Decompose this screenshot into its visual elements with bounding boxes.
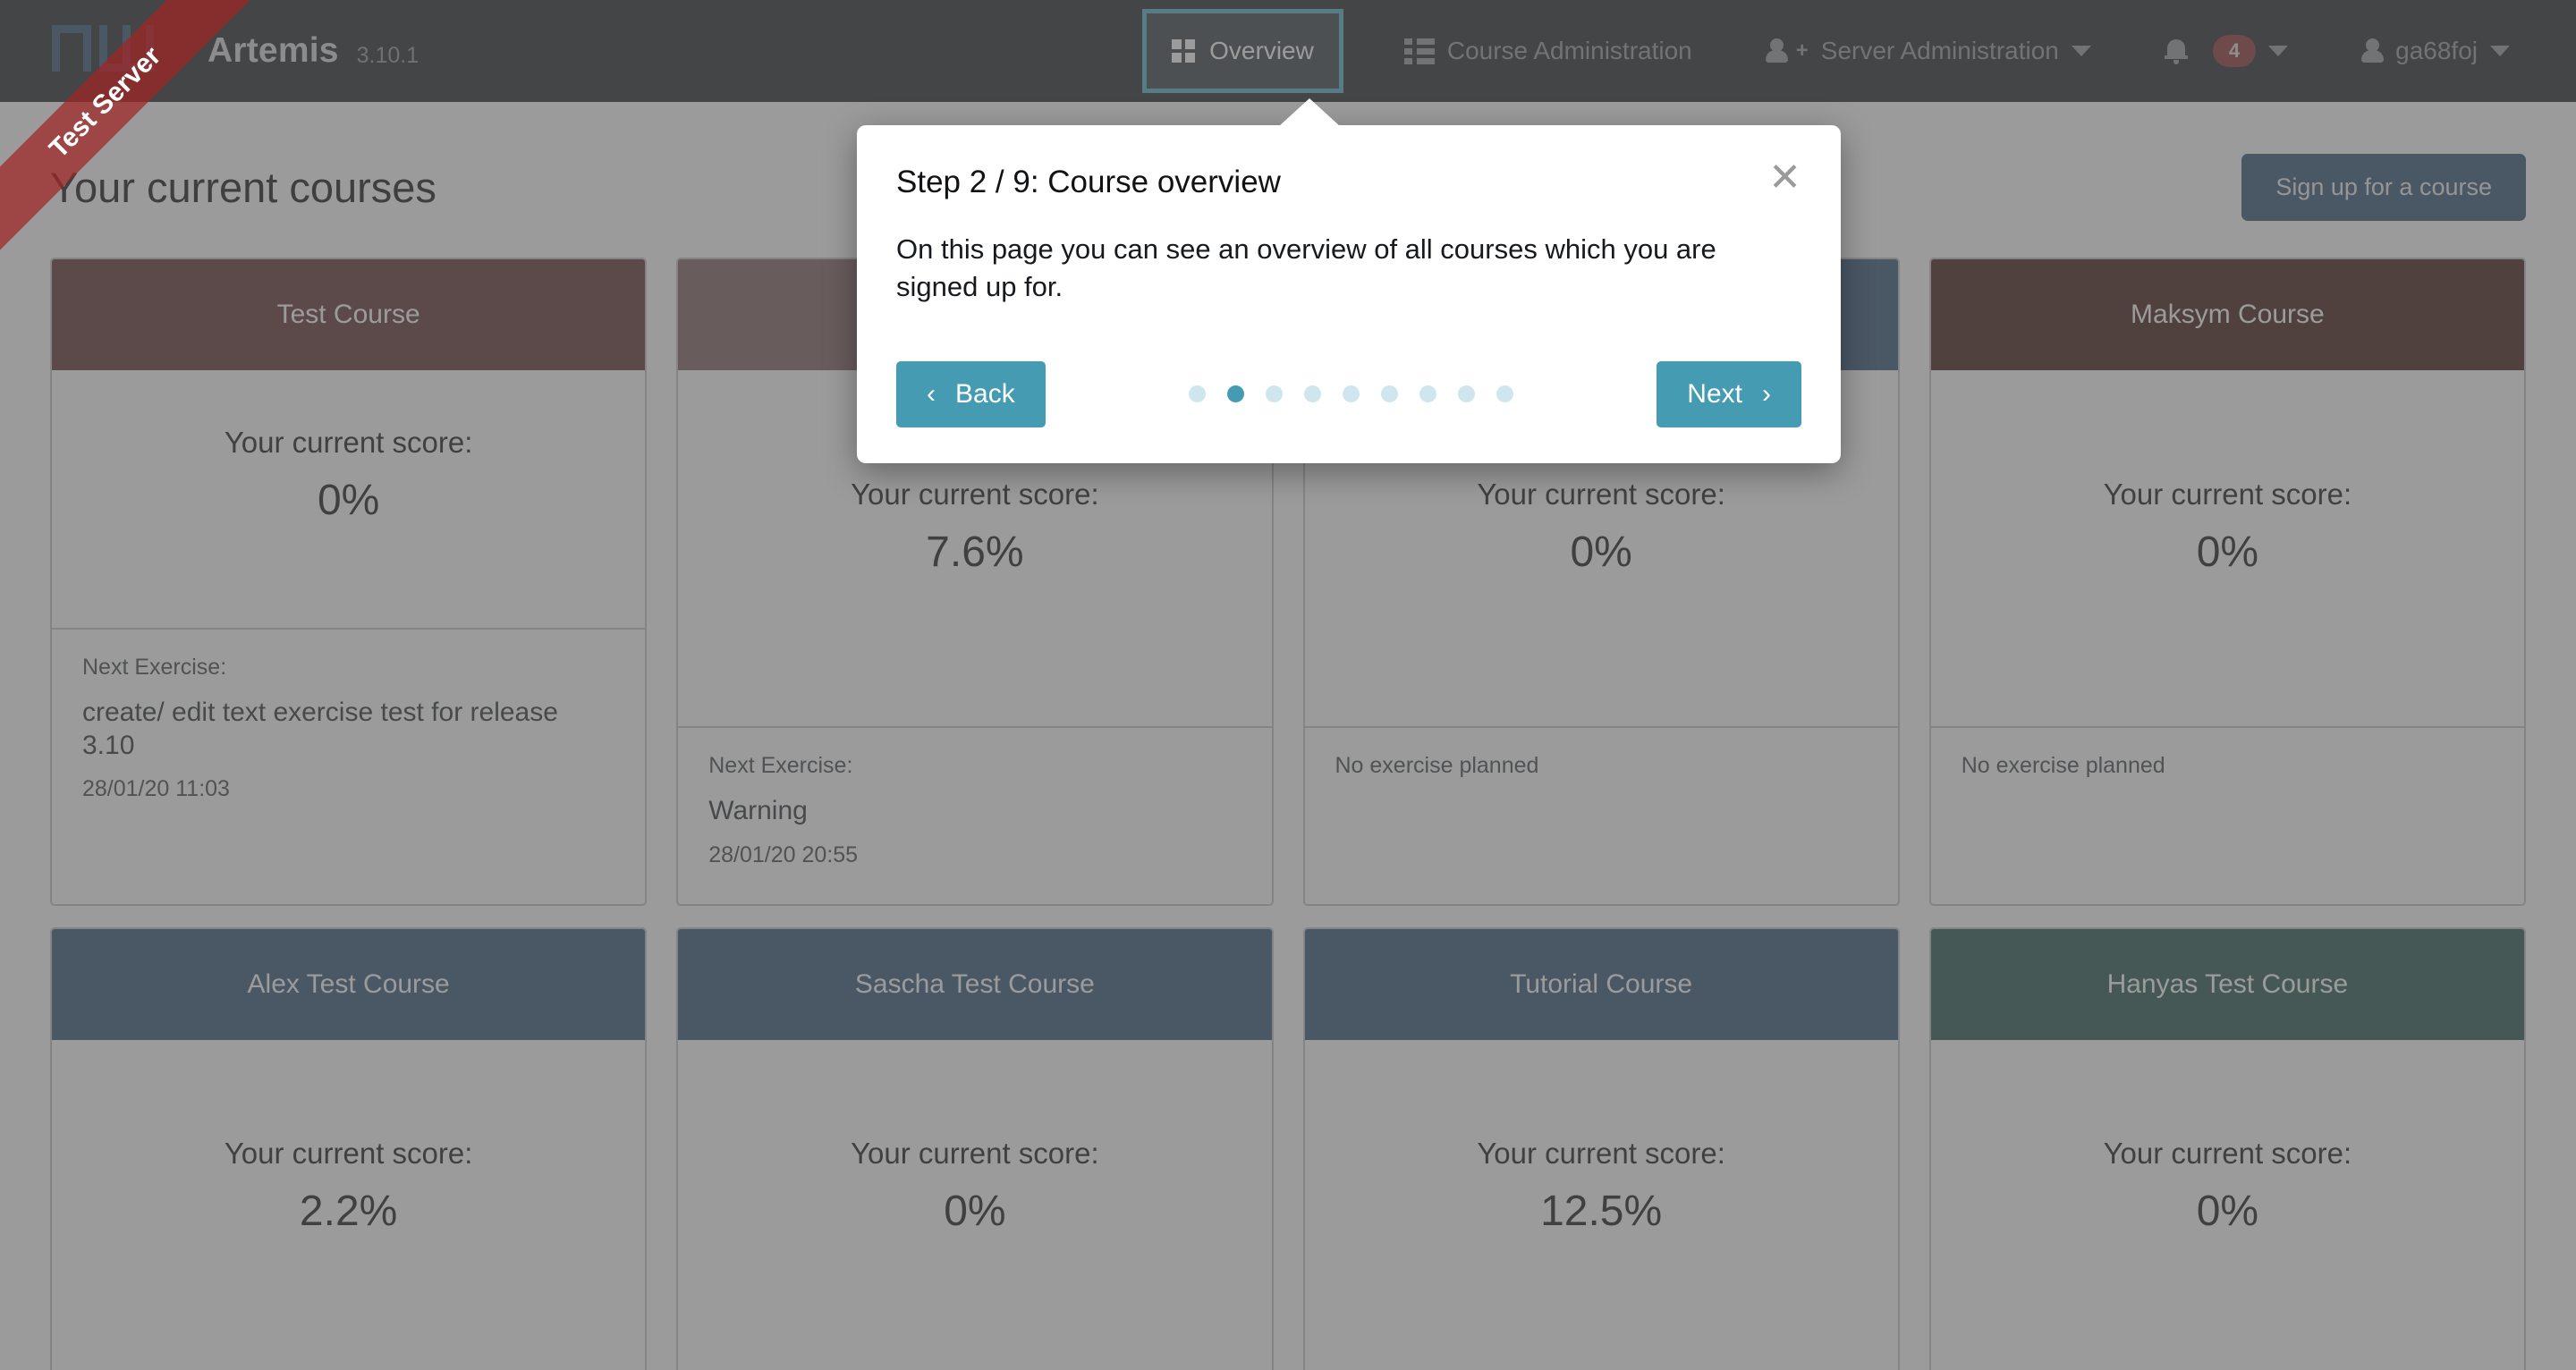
- tour-step-dot[interactable]: [1458, 385, 1475, 403]
- tour-next-button[interactable]: Next ›: [1657, 360, 1801, 427]
- tour-step-dot[interactable]: [1189, 385, 1206, 403]
- guided-tour-popup: Step 2 / 9: Course overview ✕ On this pa…: [857, 98, 1841, 463]
- tour-step-dot[interactable]: [1266, 385, 1283, 403]
- tour-next-label: Next: [1687, 378, 1742, 409]
- tour-body-text: On this page you can see an overview of …: [896, 233, 1716, 302]
- tour-step-dot[interactable]: [1304, 385, 1321, 403]
- tour-header: Step 2 / 9: Course overview ✕: [896, 158, 1801, 200]
- tour-arrow: [1279, 98, 1340, 126]
- tour-step-dot[interactable]: [1496, 385, 1513, 403]
- tour-title: Step 2 / 9: Course overview: [896, 165, 1281, 199]
- chevron-right-icon: ›: [1761, 378, 1771, 409]
- tour-step-dots: [1189, 385, 1513, 403]
- tour-back-button[interactable]: ‹ Back: [896, 360, 1046, 427]
- tour-step-dot[interactable]: [1419, 385, 1436, 403]
- app-root: Artemis 3.10.1 Overview Course Administr…: [0, 0, 2576, 1370]
- close-icon[interactable]: ✕: [1768, 158, 1801, 198]
- chevron-left-icon: ‹: [927, 378, 936, 409]
- tour-back-label: Back: [955, 378, 1015, 409]
- tour-step-dot-active[interactable]: [1227, 385, 1244, 403]
- tour-step-dot[interactable]: [1343, 385, 1360, 403]
- tour-step-dot[interactable]: [1381, 385, 1398, 403]
- tour-footer: ‹ Back Next ›: [896, 360, 1801, 427]
